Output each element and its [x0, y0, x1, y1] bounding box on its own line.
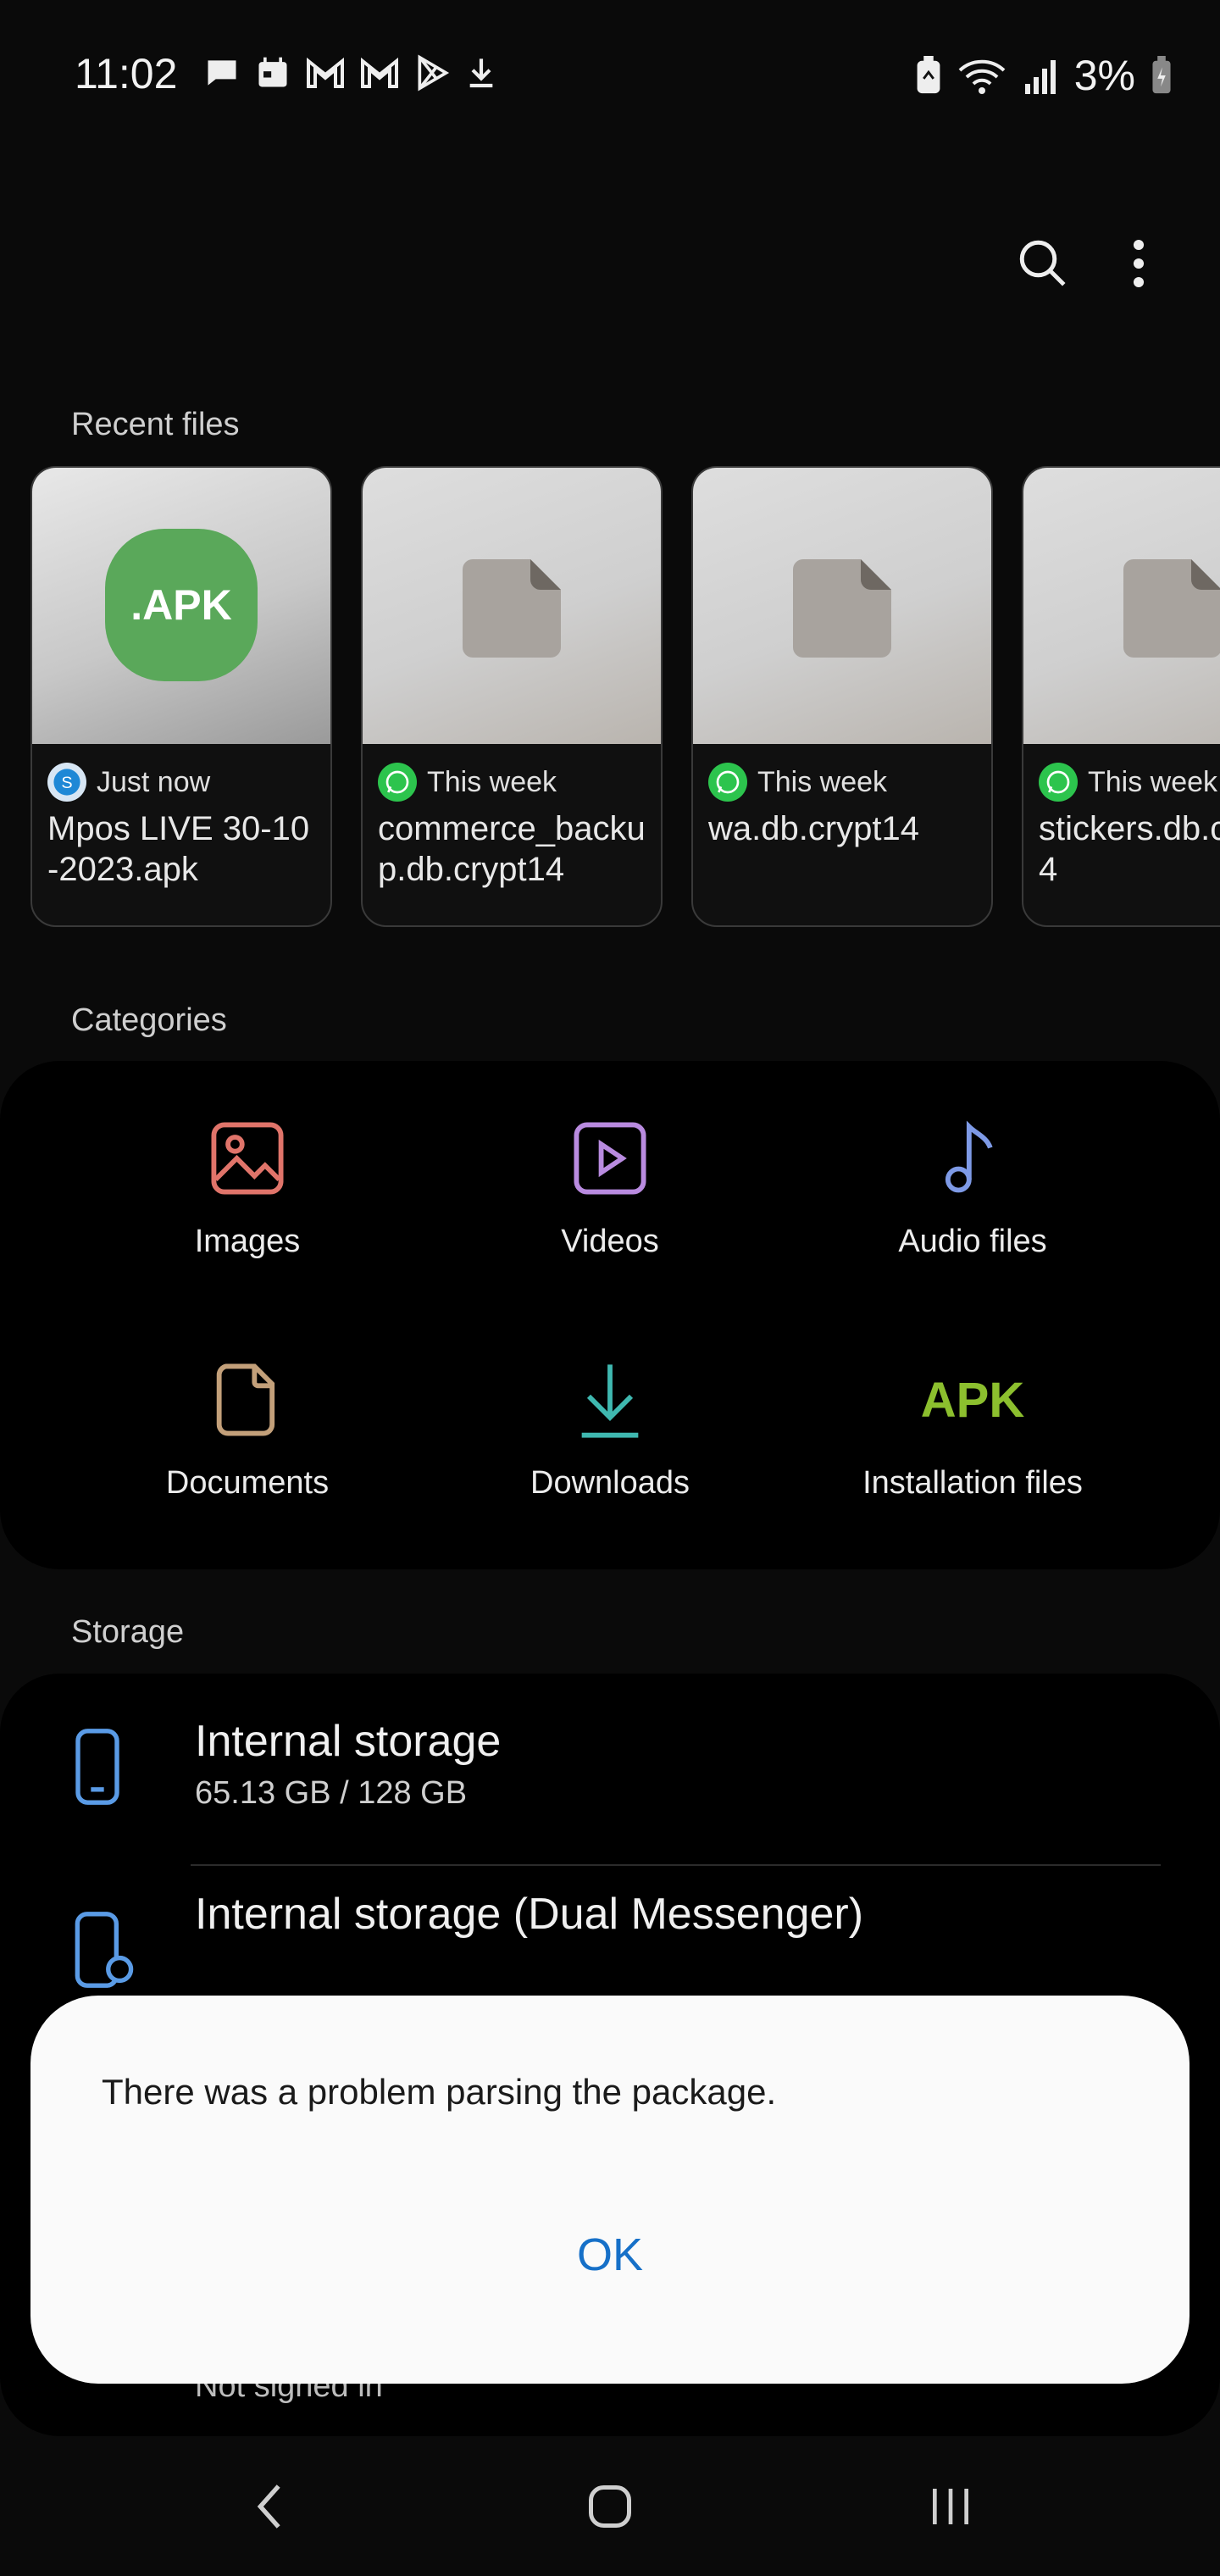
categories-title: Categories: [71, 1002, 227, 1038]
play-store-icon: [418, 54, 450, 92]
message-icon: [208, 60, 236, 86]
category-label: Images: [194, 1224, 301, 1259]
file-thumbnail: [1023, 468, 1220, 744]
system-icons: 3%: [915, 51, 1173, 100]
category-audio[interactable]: Audio files: [803, 1112, 1142, 1260]
battery-percent: 3%: [1073, 52, 1135, 99]
storage-usage: 65.13 GB / 128 GB: [195, 1775, 468, 1811]
toolbar-actions: [1015, 236, 1147, 291]
whatsapp-icon: [378, 763, 417, 802]
storage-internal[interactable]: Internal storage 65.13 GB / 128 GB: [0, 1707, 1220, 1843]
file-name: Mpos LIVE 30-10-2023.apk: [47, 810, 310, 888]
back-icon[interactable]: [251, 2479, 288, 2534]
status-time: 11:02: [75, 50, 178, 97]
file-thumbnail: [363, 468, 661, 744]
apk-icon: APK: [920, 1372, 1025, 1428]
file-icon: [463, 559, 561, 658]
recent-file-card[interactable]: This week wa.db.crypt14: [691, 466, 993, 927]
category-documents[interactable]: Documents: [78, 1353, 417, 1502]
file-thumbnail: .APK: [32, 468, 330, 744]
recent-file-card[interactable]: .APK S Just now Mpos LIVE 30-10-2023.apk: [30, 466, 332, 927]
categories-panel: Images Videos Audio files Documents Down…: [0, 1061, 1220, 1569]
svg-text:S: S: [61, 774, 72, 792]
search-icon[interactable]: [1015, 236, 1071, 291]
download-icon: [469, 58, 493, 88]
videos-icon: [574, 1122, 646, 1195]
category-label: Downloads: [530, 1465, 690, 1501]
signal-icon: [1024, 60, 1056, 94]
home-icon[interactable]: [585, 2481, 635, 2532]
recent-files-title: Recent files: [71, 407, 240, 442]
images-icon: [211, 1122, 284, 1195]
dual-messenger-phone-icon: [75, 1912, 134, 1988]
gmail-icon: [361, 57, 398, 88]
file-name: wa.db.crypt14: [708, 810, 920, 847]
file-thumbnail: [693, 468, 991, 744]
gmail-icon: [307, 57, 344, 88]
category-images[interactable]: Images: [78, 1112, 417, 1260]
documents-icon: [216, 1363, 275, 1436]
ok-button[interactable]: OK: [30, 2229, 1190, 2281]
status-bar: 11:02 3%: [0, 0, 1220, 153]
file-icon: [1123, 559, 1220, 658]
storage-name: Internal storage: [195, 1717, 502, 1766]
battery-icon: [1152, 56, 1171, 94]
wifi-icon: [958, 59, 1006, 94]
file-name: stickers.db.crypt14: [1039, 810, 1220, 888]
recent-file-card[interactable]: This week commerce_backup.db.crypt14: [361, 466, 663, 927]
calendar-icon: [258, 57, 287, 87]
category-videos[interactable]: Videos: [441, 1112, 779, 1260]
storage-name: Internal storage (Dual Messenger): [195, 1890, 864, 1939]
audio-icon: [945, 1120, 993, 1193]
more-vert-icon[interactable]: [1130, 236, 1147, 291]
navigation-bar: [0, 2457, 1220, 2576]
storage-dual-messenger[interactable]: Internal storage (Dual Messenger): [0, 1877, 1220, 1988]
category-label: Audio files: [898, 1224, 1047, 1259]
recent-file-card[interactable]: This week stickers.db.crypt14: [1022, 466, 1220, 927]
storage-title: Storage: [71, 1614, 185, 1650]
storage-divider: [191, 1864, 1161, 1866]
category-label: Installation files: [862, 1465, 1083, 1501]
file-icon: [793, 559, 891, 658]
apk-thumb-icon: .APK: [105, 529, 258, 681]
category-installation-files[interactable]: APK Installation files: [803, 1353, 1142, 1502]
downloads-icon: [581, 1364, 639, 1438]
category-label: Documents: [165, 1465, 330, 1501]
notification-icons: [203, 54, 498, 92]
s-app-icon: S: [47, 763, 86, 802]
file-name: commerce_backup.db.crypt14: [378, 810, 646, 888]
category-label: Videos: [561, 1224, 659, 1259]
file-time: This week: [427, 765, 557, 798]
whatsapp-icon: [708, 763, 747, 802]
dialog-message: There was a problem parsing the package.: [102, 2072, 777, 2112]
file-time: Just now: [97, 765, 211, 798]
file-time: This week: [1088, 765, 1218, 798]
file-time: This week: [757, 765, 888, 798]
recents-icon[interactable]: [927, 2483, 974, 2530]
phone-icon: [75, 1729, 119, 1805]
battery-saver-icon: [917, 56, 940, 94]
category-downloads[interactable]: Downloads: [441, 1353, 779, 1502]
error-dialog: There was a problem parsing the package.…: [30, 1996, 1190, 2384]
recent-files-carousel: .APK S Just now Mpos LIVE 30-10-2023.apk…: [30, 466, 1220, 928]
whatsapp-icon: [1039, 763, 1078, 802]
